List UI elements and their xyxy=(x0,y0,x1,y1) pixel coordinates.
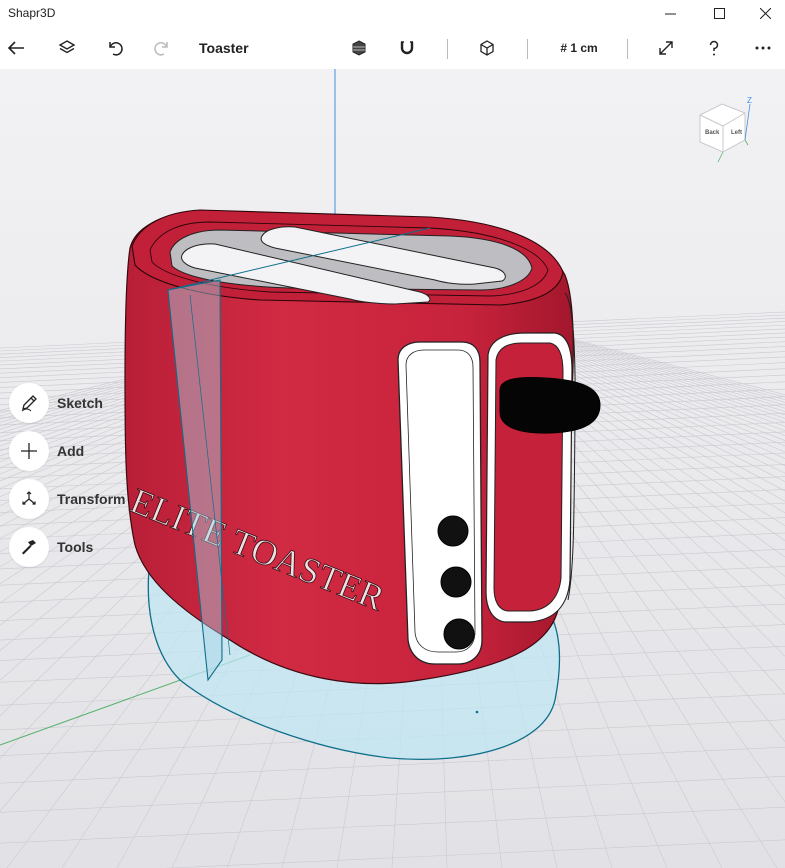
window-title-bar: Shapr3D xyxy=(0,0,785,27)
tools-tool[interactable]: Tools xyxy=(9,527,93,567)
magnet-icon xyxy=(400,41,414,55)
sketch-tool-button[interactable] xyxy=(9,383,49,423)
hammer-icon xyxy=(22,540,36,555)
transform-arrows-icon xyxy=(22,491,36,505)
plus-icon xyxy=(21,443,37,459)
control-knob-1[interactable] xyxy=(437,515,469,547)
grid-size-label[interactable]: # 1 cm xyxy=(547,41,611,55)
view-button[interactable] xyxy=(467,27,507,69)
add-tool-label[interactable]: Add xyxy=(57,443,84,459)
more-button[interactable] xyxy=(743,27,783,69)
help-button[interactable] xyxy=(694,27,734,69)
add-tool-button[interactable] xyxy=(9,431,49,471)
toolbar-separator xyxy=(527,39,528,59)
scene-canvas[interactable]: ELITE TOASTER Back Left Z xyxy=(0,69,785,868)
tools-tool-label[interactable]: Tools xyxy=(57,539,93,555)
view-cube-icon xyxy=(480,40,494,56)
view-cube-left-label: Left xyxy=(731,130,742,136)
control-knob-3[interactable] xyxy=(443,618,475,650)
document-title[interactable]: Toaster xyxy=(199,40,249,56)
redo-button[interactable] xyxy=(142,27,182,69)
minimize-icon xyxy=(664,13,676,15)
maximize-button[interactable] xyxy=(696,0,742,27)
back-button[interactable] xyxy=(0,27,36,69)
layers-icon xyxy=(58,40,76,54)
layers-button[interactable] xyxy=(47,27,87,69)
app-title: Shapr3D xyxy=(8,6,56,20)
maximize-icon xyxy=(713,8,725,19)
lever-handle[interactable] xyxy=(499,377,601,434)
transform-tool-button[interactable] xyxy=(9,479,49,519)
back-arrow-icon xyxy=(7,41,24,55)
toolbar-separator xyxy=(447,39,448,59)
tools-tool-button[interactable] xyxy=(9,527,49,567)
snapping-button[interactable] xyxy=(387,27,427,69)
close-button[interactable] xyxy=(742,0,785,27)
shading-button[interactable] xyxy=(339,27,379,69)
undo-icon xyxy=(109,42,123,56)
minimize-button[interactable] xyxy=(647,0,693,27)
redo-icon xyxy=(154,42,168,56)
help-icon xyxy=(709,40,719,56)
fullscreen-button[interactable] xyxy=(646,27,686,69)
sketch-tool-label[interactable]: Sketch xyxy=(57,395,103,411)
expand-icon xyxy=(659,41,673,55)
transform-tool-label[interactable]: Transform xyxy=(57,491,125,507)
3d-viewport[interactable]: ELITE TOASTER Back Left Z xyxy=(0,69,785,868)
view-cube-back-label: Back xyxy=(705,130,720,136)
close-icon xyxy=(759,8,771,19)
shading-icon xyxy=(352,40,366,56)
more-icon xyxy=(755,46,771,50)
control-knob-2[interactable] xyxy=(440,566,472,598)
transform-tool[interactable]: Transform xyxy=(9,479,125,519)
main-toolbar: Toaster # 1 cm xyxy=(0,27,785,69)
view-cube-z-label: Z xyxy=(747,96,752,105)
sketch-tool[interactable]: Sketch xyxy=(9,383,103,423)
plane-center-point xyxy=(475,710,479,714)
add-tool[interactable]: Add xyxy=(9,431,84,471)
toolbar-separator xyxy=(627,39,628,59)
pencil-icon xyxy=(21,395,37,412)
undo-button[interactable] xyxy=(95,27,135,69)
